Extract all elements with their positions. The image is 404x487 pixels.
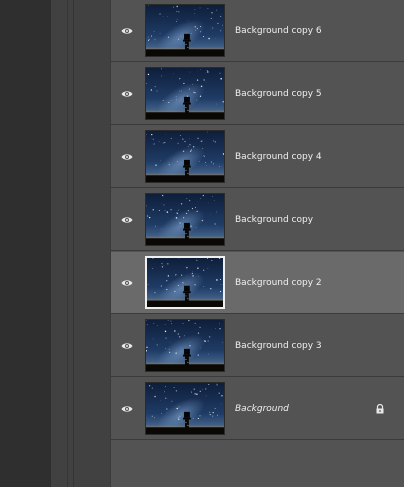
layer-thumbnail[interactable] bbox=[145, 4, 225, 57]
layer-name[interactable]: Background copy 4 bbox=[235, 126, 322, 188]
layer-row[interactable]: Background copy 4 bbox=[111, 126, 404, 188]
eye-icon[interactable] bbox=[111, 0, 143, 62]
layer-row[interactable]: Background copy 3 bbox=[111, 315, 404, 377]
layer-name[interactable]: Background copy bbox=[235, 189, 313, 251]
layer-name[interactable]: Background copy 3 bbox=[235, 315, 322, 377]
layer-row[interactable]: Background bbox=[111, 378, 404, 440]
eye-icon[interactable] bbox=[111, 126, 143, 188]
layer-row[interactable]: Background copy 5 bbox=[111, 63, 404, 125]
layer-name[interactable]: Background copy 2 bbox=[235, 252, 322, 314]
eye-icon[interactable] bbox=[111, 378, 143, 440]
layer-thumbnail[interactable] bbox=[145, 319, 225, 372]
layer-name[interactable]: Background copy 5 bbox=[235, 63, 322, 125]
layer-thumbnail[interactable] bbox=[145, 67, 225, 120]
eye-icon[interactable] bbox=[111, 315, 143, 377]
layer-thumbnail[interactable] bbox=[145, 256, 225, 309]
layer-thumbnail[interactable] bbox=[145, 193, 225, 246]
layer-name[interactable]: Background bbox=[235, 378, 289, 440]
layer-thumbnail[interactable] bbox=[145, 130, 225, 183]
layer-row[interactable]: Background copy 2 bbox=[111, 252, 404, 314]
eye-icon[interactable] bbox=[111, 63, 143, 125]
lock-icon[interactable] bbox=[375, 404, 385, 414]
divider bbox=[67, 0, 68, 487]
divider bbox=[73, 0, 74, 487]
layer-row[interactable]: Background copy 6 bbox=[111, 0, 404, 62]
left-dock-area bbox=[0, 0, 51, 487]
eye-icon[interactable] bbox=[111, 252, 143, 314]
left-panel-strip bbox=[51, 0, 110, 487]
layer-name[interactable]: Background copy 6 bbox=[235, 0, 322, 62]
layer-thumbnail[interactable] bbox=[145, 382, 225, 435]
layers-panel: Background copy 6 Background copy 5 Back… bbox=[110, 0, 404, 487]
eye-icon[interactable] bbox=[111, 189, 143, 251]
layer-row[interactable]: Background copy bbox=[111, 189, 404, 251]
